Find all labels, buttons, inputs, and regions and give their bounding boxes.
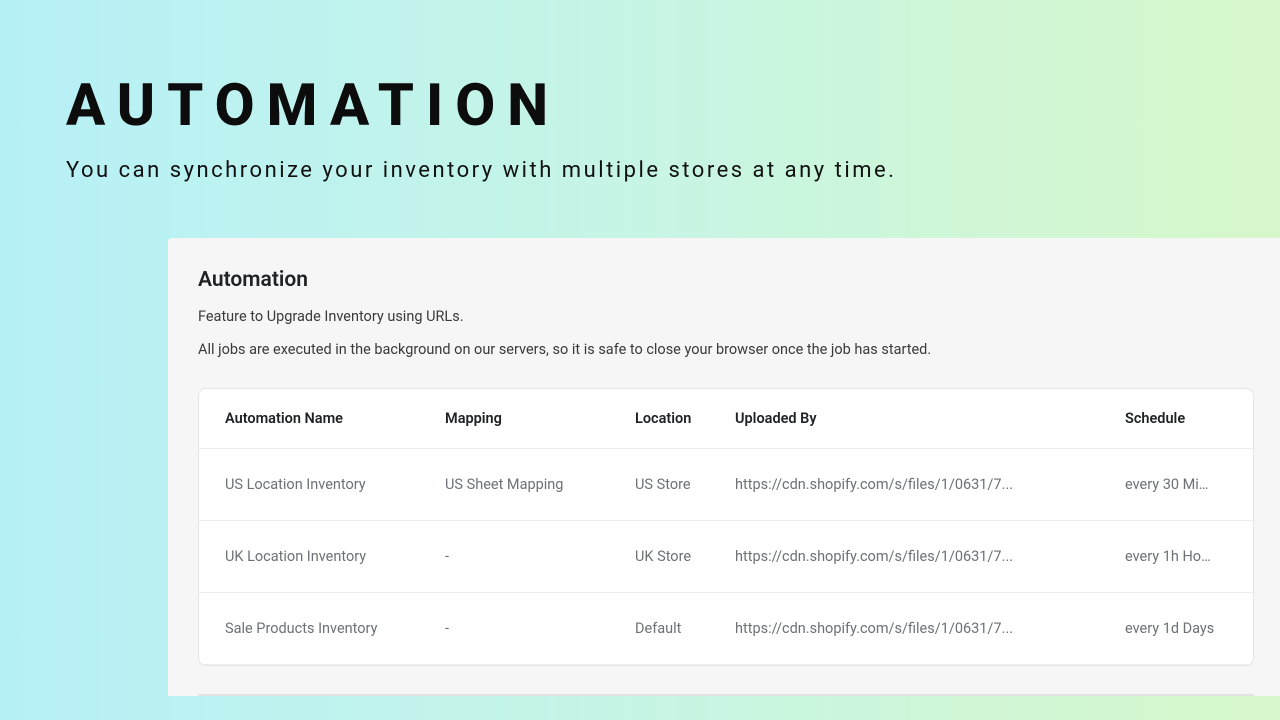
panel-description-1: Feature to Upgrade Inventory using URLs. — [198, 306, 1254, 327]
automation-table: Automation Name Mapping Location Uploade… — [198, 388, 1254, 666]
panel-title: Automation — [198, 268, 1254, 292]
panel-description-2: All jobs are executed in the background … — [198, 339, 1254, 360]
cell-name: US Location Inventory — [225, 476, 445, 493]
cell-location: Default — [635, 620, 735, 637]
cell-schedule: every 30 Minutes — [1125, 476, 1227, 493]
col-header-uploaded: Uploaded By — [735, 410, 1125, 427]
cell-location: UK Store — [635, 548, 735, 565]
cell-name: Sale Products Inventory — [225, 620, 445, 637]
table-row[interactable]: Sale Products Inventory - Default https:… — [199, 593, 1253, 665]
cell-schedule: every 1h Hours — [1125, 548, 1227, 565]
cell-mapping: - — [445, 620, 635, 637]
col-header-mapping: Mapping — [445, 410, 635, 427]
cell-schedule: every 1d Days — [1125, 620, 1227, 637]
divider — [198, 694, 1254, 696]
table-row[interactable]: UK Location Inventory - UK Store https:/… — [199, 521, 1253, 593]
page-root: AUTOMATION You can synchronize your inve… — [0, 0, 1280, 720]
cell-location: US Store — [635, 476, 735, 493]
table-row[interactable]: US Location Inventory US Sheet Mapping U… — [199, 449, 1253, 521]
cell-name: UK Location Inventory — [225, 548, 445, 565]
cell-mapping: - — [445, 548, 635, 565]
cell-uploaded: https://cdn.shopify.com/s/files/1/0631/7… — [735, 476, 1125, 493]
table-header-row: Automation Name Mapping Location Uploade… — [199, 389, 1253, 449]
col-header-name: Automation Name — [225, 410, 445, 427]
page-subtitle: You can synchronize your inventory with … — [66, 158, 1280, 183]
hero-section: AUTOMATION You can synchronize your inve… — [0, 0, 1280, 183]
automation-panel: Automation Feature to Upgrade Inventory … — [168, 238, 1280, 696]
cell-mapping: US Sheet Mapping — [445, 476, 635, 493]
col-header-location: Location — [635, 410, 735, 427]
page-title: AUTOMATION — [66, 72, 1280, 140]
cell-uploaded: https://cdn.shopify.com/s/files/1/0631/7… — [735, 620, 1125, 637]
col-header-schedule: Schedule — [1125, 410, 1227, 427]
cell-uploaded: https://cdn.shopify.com/s/files/1/0631/7… — [735, 548, 1125, 565]
